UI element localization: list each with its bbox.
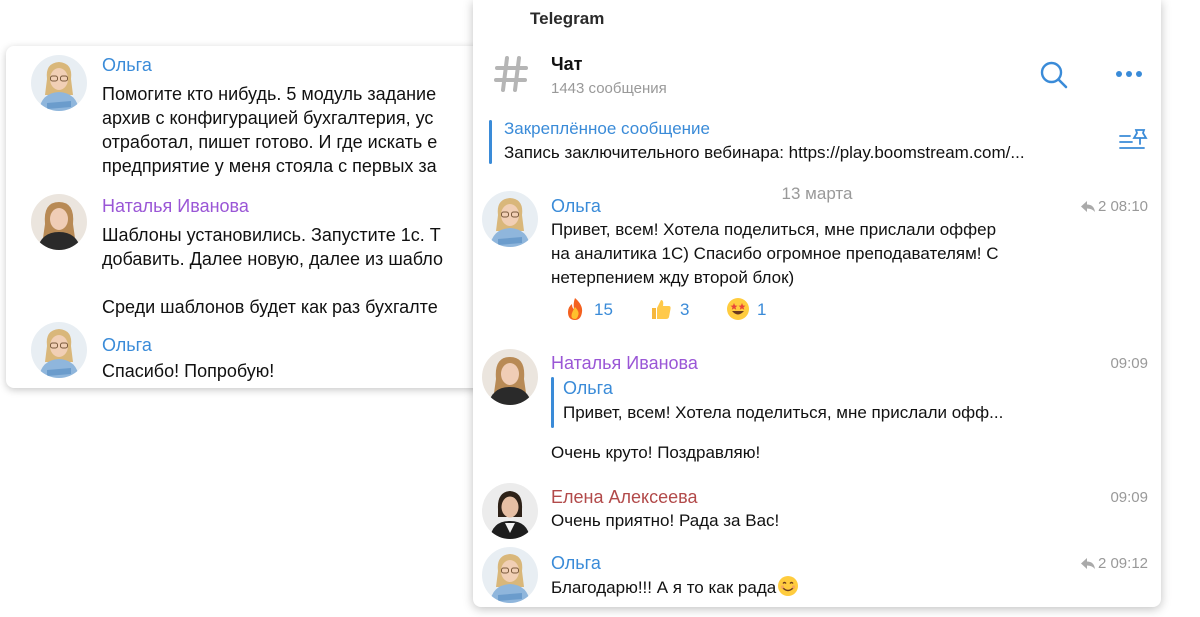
reply-quote[interactable]: Ольга Привет, всем! Хотела поделиться, м… bbox=[551, 374, 1071, 429]
pinned-message[interactable]: Закреплённое сообщение Запись заключител… bbox=[487, 116, 1147, 166]
avatar[interactable] bbox=[482, 483, 538, 539]
reply-arrow-icon bbox=[1080, 201, 1095, 212]
message-meta: 2 09:12 bbox=[1080, 555, 1148, 572]
background-chat-card: Ольга Помогите кто нибудь. 5 модуль зада… bbox=[6, 46, 496, 388]
hashtag-icon bbox=[494, 56, 528, 92]
message-author[interactable]: Елена Алексеева bbox=[551, 487, 697, 508]
reply-arrow-icon bbox=[1080, 558, 1095, 569]
avatar[interactable] bbox=[31, 194, 87, 250]
reaction-count: 3 bbox=[680, 300, 690, 319]
avatar[interactable] bbox=[482, 191, 538, 247]
quote-bar bbox=[551, 377, 554, 428]
message-author[interactable]: Ольга bbox=[102, 55, 152, 76]
message-text-content: Благодарю!!! А я то как рада bbox=[551, 578, 777, 597]
avatar[interactable] bbox=[482, 547, 538, 603]
message-author[interactable]: Ольга bbox=[551, 196, 601, 217]
message-text: Привет, всем! Хотела поделиться, мне при… bbox=[551, 220, 999, 287]
thumbs-up-icon bbox=[652, 300, 671, 319]
message-author[interactable]: Наталья Иванова bbox=[551, 353, 698, 374]
pinned-title: Закреплённое сообщение bbox=[504, 119, 710, 138]
quote-author: Ольга bbox=[563, 378, 613, 398]
message-text: Помогите кто нибудь. 5 модуль задание ар… bbox=[102, 84, 438, 176]
message-meta: 2 08:10 bbox=[1080, 198, 1148, 215]
message-author[interactable]: Ольга bbox=[102, 335, 152, 356]
telegram-window: Telegram Чат 1443 сообщения Закреплённое… bbox=[473, 0, 1161, 607]
pinned-bar bbox=[489, 120, 492, 164]
message-text: Благодарю!!! А я то как рада bbox=[551, 575, 799, 600]
avatar[interactable] bbox=[31, 55, 87, 111]
pin-list-icon[interactable] bbox=[1118, 128, 1148, 154]
message-author[interactable]: Ольга bbox=[551, 553, 601, 574]
chat-title[interactable]: Чат bbox=[551, 54, 582, 75]
reaction-count: 1 bbox=[757, 300, 767, 319]
message-text: Спасибо! Попробую! bbox=[102, 361, 275, 381]
more-options-icon[interactable] bbox=[1113, 62, 1145, 86]
app-title: Telegram bbox=[530, 9, 605, 28]
quote-text: Привет, всем! Хотела поделиться, мне при… bbox=[563, 403, 1004, 422]
reaction-count: 15 bbox=[594, 300, 613, 319]
message-text: Очень круто! Поздравляю! bbox=[551, 443, 761, 462]
message-time: 2 09:12 bbox=[1097, 555, 1148, 572]
message-author[interactable]: Наталья Иванова bbox=[102, 196, 249, 217]
avatar[interactable] bbox=[31, 322, 87, 378]
message-text: Шаблоны установились. Запустите 1с. Т до… bbox=[102, 225, 444, 317]
star-struck-icon bbox=[727, 298, 749, 320]
message-time: 09:09 bbox=[1110, 489, 1148, 506]
fire-icon bbox=[568, 298, 583, 320]
message-time: 2 08:10 bbox=[1097, 198, 1148, 215]
message-count: 1443 сообщения bbox=[551, 80, 667, 97]
pinned-text: Запись заключительного вебинара: https:/… bbox=[504, 143, 1025, 162]
message-time: 09:09 bbox=[1110, 355, 1148, 372]
smiling-face-icon bbox=[778, 576, 799, 596]
search-icon[interactable] bbox=[1039, 60, 1069, 90]
message-text: Очень приятно! Рада за Вас! bbox=[551, 511, 780, 530]
avatar[interactable] bbox=[482, 349, 538, 405]
